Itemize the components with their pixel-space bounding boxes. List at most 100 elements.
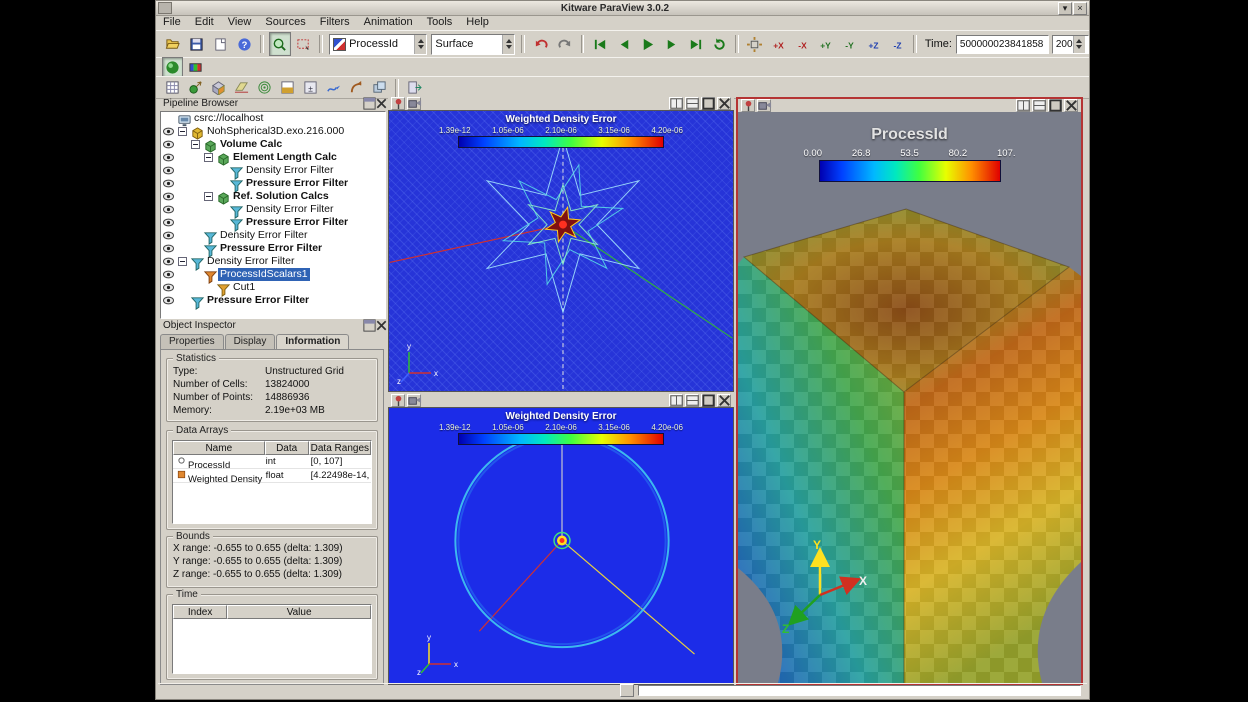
- adjust-camera-button[interactable]: [757, 99, 771, 112]
- menu-sources[interactable]: Sources: [258, 15, 312, 30]
- column-header[interactable]: Value: [227, 605, 371, 619]
- combo-spin-buttons[interactable]: [502, 35, 514, 54]
- visibility-eye-icon[interactable]: [163, 296, 174, 308]
- set-view-minus-y-button[interactable]: -Y: [839, 32, 861, 56]
- split-view-horizontal-button[interactable]: [669, 394, 683, 407]
- column-header[interactable]: Data Ranges: [309, 441, 371, 455]
- close-panel-button[interactable]: [376, 98, 387, 109]
- pipeline-item[interactable]: Pressure Error Filter: [161, 216, 385, 229]
- render-view-bottom-left[interactable]: Weighted Density Error 1.39e-121.05e-062…: [388, 394, 734, 685]
- reset-camera-button[interactable]: [744, 32, 766, 56]
- tab-information[interactable]: Information: [276, 334, 349, 350]
- render-view-top-left[interactable]: Weighted Density Error 1.39e-121.05e-062…: [388, 97, 734, 392]
- pipeline-item-label[interactable]: NohSpherical3D.exo.216.000: [205, 125, 346, 138]
- close-window-button[interactable]: ×: [1073, 2, 1087, 15]
- pipeline-item-label[interactable]: csrc://localhost: [192, 112, 265, 125]
- pipeline-item-label[interactable]: Density Error Filter: [244, 164, 336, 177]
- close-view-button[interactable]: [717, 97, 731, 110]
- pipeline-browser-tree[interactable]: csrc://localhostNohSpherical3D.exo.216.0…: [160, 111, 386, 319]
- pipeline-item[interactable]: Cut1: [161, 281, 385, 294]
- frame-spinbox[interactable]: 200: [1052, 35, 1089, 54]
- pipeline-item-label[interactable]: Pressure Error Filter: [244, 177, 350, 190]
- maximize-view-button[interactable]: [1048, 99, 1062, 112]
- redo-button[interactable]: [554, 32, 576, 56]
- pipeline-item-label[interactable]: Pressure Error Filter: [205, 294, 311, 307]
- menu-view[interactable]: View: [221, 15, 259, 30]
- contour-filter-button[interactable]: [254, 78, 275, 98]
- abort-progress-button[interactable]: [620, 684, 634, 697]
- pipeline-item-label[interactable]: Ref. Solution Calcs: [231, 190, 331, 203]
- adjust-camera-button[interactable]: [407, 394, 421, 407]
- open-file-button[interactable]: [162, 32, 184, 56]
- render-area-density-error-slice[interactable]: Weighted Density Error 1.39e-121.05e-062…: [388, 407, 734, 685]
- undo-button[interactable]: [530, 32, 552, 56]
- column-header[interactable]: Data Type: [265, 441, 309, 455]
- pipeline-item[interactable]: csrc://localhost: [161, 112, 385, 125]
- render-view-right-active[interactable]: ProcessId 0.0026.853.580.2107. Y X Z: [736, 97, 1083, 685]
- titlebar[interactable]: Kitware ParaView 3.0.2 ▾ ×: [156, 1, 1089, 16]
- previous-frame-button[interactable]: [613, 32, 635, 56]
- color-by-combo[interactable]: ProcessId: [329, 34, 427, 55]
- pipeline-item-label[interactable]: Density Error Filter: [244, 203, 336, 216]
- tab-display[interactable]: Display: [225, 334, 276, 349]
- menu-animation[interactable]: Animation: [357, 15, 420, 30]
- split-view-vertical-button[interactable]: [1032, 99, 1046, 112]
- pipeline-item[interactable]: Pressure Error Filter: [161, 242, 385, 255]
- lookmark-button[interactable]: [741, 99, 755, 112]
- spreadsheet-view-button[interactable]: [162, 78, 183, 98]
- rubber-band-select-button[interactable]: [293, 32, 315, 56]
- pipeline-item[interactable]: Density Error Filter: [161, 203, 385, 216]
- window-menu-button[interactable]: [158, 2, 172, 14]
- pipeline-item-label[interactable]: Pressure Error Filter: [244, 216, 350, 229]
- menu-filters[interactable]: Filters: [313, 15, 357, 30]
- set-view-plus-z-button[interactable]: +Z: [863, 32, 885, 56]
- time-value-input[interactable]: 500000023841858: [956, 35, 1049, 54]
- pipeline-item[interactable]: NohSpherical3D.exo.216.000: [161, 125, 385, 138]
- close-panel-button[interactable]: [376, 320, 387, 331]
- column-header[interactable]: Index: [173, 605, 227, 619]
- data-arrays-table[interactable]: NameData TypeData Ranges ProcessIdint[0,…: [172, 440, 372, 524]
- zoom-select-button[interactable]: [269, 32, 291, 56]
- calculator-filter-button[interactable]: ±: [300, 78, 321, 98]
- lookmark-button[interactable]: [391, 97, 405, 110]
- render-area-processid-cube[interactable]: ProcessId 0.0026.853.580.2107. Y X Z: [738, 112, 1081, 683]
- last-frame-button[interactable]: [684, 32, 706, 56]
- adjust-camera-button[interactable]: [407, 97, 421, 110]
- pipeline-item[interactable]: Pressure Error Filter: [161, 177, 385, 190]
- close-view-button[interactable]: [1064, 99, 1078, 112]
- render-area-density-error-mesh[interactable]: Weighted Density Error 1.39e-121.05e-062…: [388, 110, 734, 392]
- extract-block-filter-button[interactable]: [404, 78, 425, 98]
- menu-edit[interactable]: Edit: [188, 15, 221, 30]
- slice-filter-button[interactable]: [231, 78, 252, 98]
- clip-filter-button[interactable]: [208, 78, 229, 98]
- glyph-filter-button[interactable]: [185, 78, 206, 98]
- split-view-vertical-button[interactable]: [685, 97, 699, 110]
- pipeline-item-label[interactable]: Cut1: [231, 281, 257, 294]
- warp-filter-button[interactable]: [346, 78, 367, 98]
- close-view-button[interactable]: [717, 394, 731, 407]
- loop-button[interactable]: [708, 32, 730, 56]
- toggle-color-legend-button[interactable]: [162, 57, 183, 77]
- pipeline-item-label[interactable]: Pressure Error Filter: [218, 242, 324, 255]
- next-frame-button[interactable]: [661, 32, 683, 56]
- set-view-plus-y-button[interactable]: +Y: [815, 32, 837, 56]
- menu-help[interactable]: Help: [459, 15, 496, 30]
- maximize-view-button[interactable]: [701, 394, 715, 407]
- set-view-minus-x-button[interactable]: -X: [791, 32, 813, 56]
- pipeline-item-label[interactable]: Element Length Calc: [231, 151, 339, 164]
- help-button[interactable]: ?: [233, 32, 255, 56]
- menu-file[interactable]: File: [156, 15, 188, 30]
- set-view-minus-z-button[interactable]: -Z: [886, 32, 908, 56]
- data-array-row[interactable]: Weighted Density Errorfloat[4.22498e-14,…: [173, 469, 371, 483]
- threshold-filter-button[interactable]: [277, 78, 298, 98]
- stream-tracer-filter-button[interactable]: [323, 78, 344, 98]
- pipeline-item[interactable]: Ref. Solution Calcs: [161, 190, 385, 203]
- pipeline-item-label[interactable]: Volume Calc: [218, 138, 284, 151]
- time-table[interactable]: IndexValue: [172, 604, 372, 674]
- representation-combo[interactable]: Surface: [431, 34, 515, 55]
- pipeline-item-label[interactable]: Density Error Filter: [218, 229, 310, 242]
- pipeline-item[interactable]: Density Error Filter: [161, 229, 385, 242]
- edit-color-map-button[interactable]: [185, 57, 206, 77]
- pipeline-item-label[interactable]: ProcessIdScalars1: [218, 268, 310, 281]
- split-view-vertical-button[interactable]: [685, 394, 699, 407]
